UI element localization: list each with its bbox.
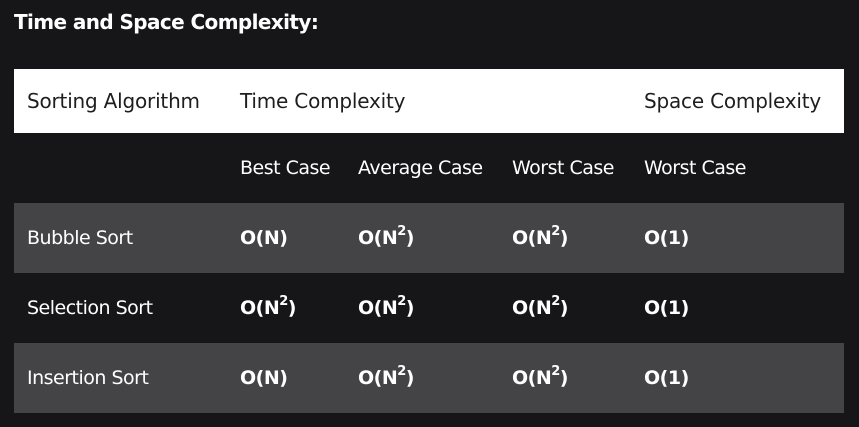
average-case-value: O(N2): [358, 223, 414, 249]
worst-case-value: O(N2): [512, 223, 568, 249]
space-complexity-value: O(1): [644, 227, 689, 249]
page-title: Time and Space Complexity:: [14, 10, 319, 34]
table-header-row: Sorting Algorithm Time Complexity Space …: [14, 69, 844, 133]
table-row-selection-sort: Selection Sort O(N2) O(N2) O(N2) O(1): [14, 273, 844, 343]
worst-case-value: O(N2): [512, 363, 568, 389]
subheader-space-worst-case: Worst Case: [644, 157, 747, 179]
table-subheader-row: Best Case Average Case Worst Case Worst …: [14, 133, 844, 203]
best-case-value: O(N): [240, 227, 288, 249]
algorithm-name: Selection Sort: [27, 297, 153, 319]
subheader-average-case: Average Case: [358, 157, 483, 179]
algorithm-name: Bubble Sort: [27, 227, 133, 249]
table-row-bubble-sort: Bubble Sort O(N) O(N2) O(N2) O(1): [14, 203, 844, 273]
header-sorting-algorithm: Sorting Algorithm: [27, 89, 200, 113]
space-complexity-value: O(1): [644, 367, 689, 389]
algorithm-name: Insertion Sort: [27, 367, 149, 389]
average-case-value: O(N2): [358, 293, 414, 319]
subheader-worst-case: Worst Case: [512, 157, 615, 179]
best-case-value: O(N2): [240, 293, 296, 319]
subheader-best-case: Best Case: [240, 157, 331, 179]
best-case-value: O(N): [240, 367, 288, 389]
worst-case-value: O(N2): [512, 293, 568, 319]
average-case-value: O(N2): [358, 363, 414, 389]
space-complexity-value: O(1): [644, 297, 689, 319]
header-time-complexity: Time Complexity: [240, 89, 406, 113]
complexity-table: Sorting Algorithm Time Complexity Space …: [14, 69, 844, 413]
header-space-complexity: Space Complexity: [644, 89, 822, 113]
table-row-insertion-sort: Insertion Sort O(N) O(N2) O(N2) O(1): [14, 343, 844, 413]
